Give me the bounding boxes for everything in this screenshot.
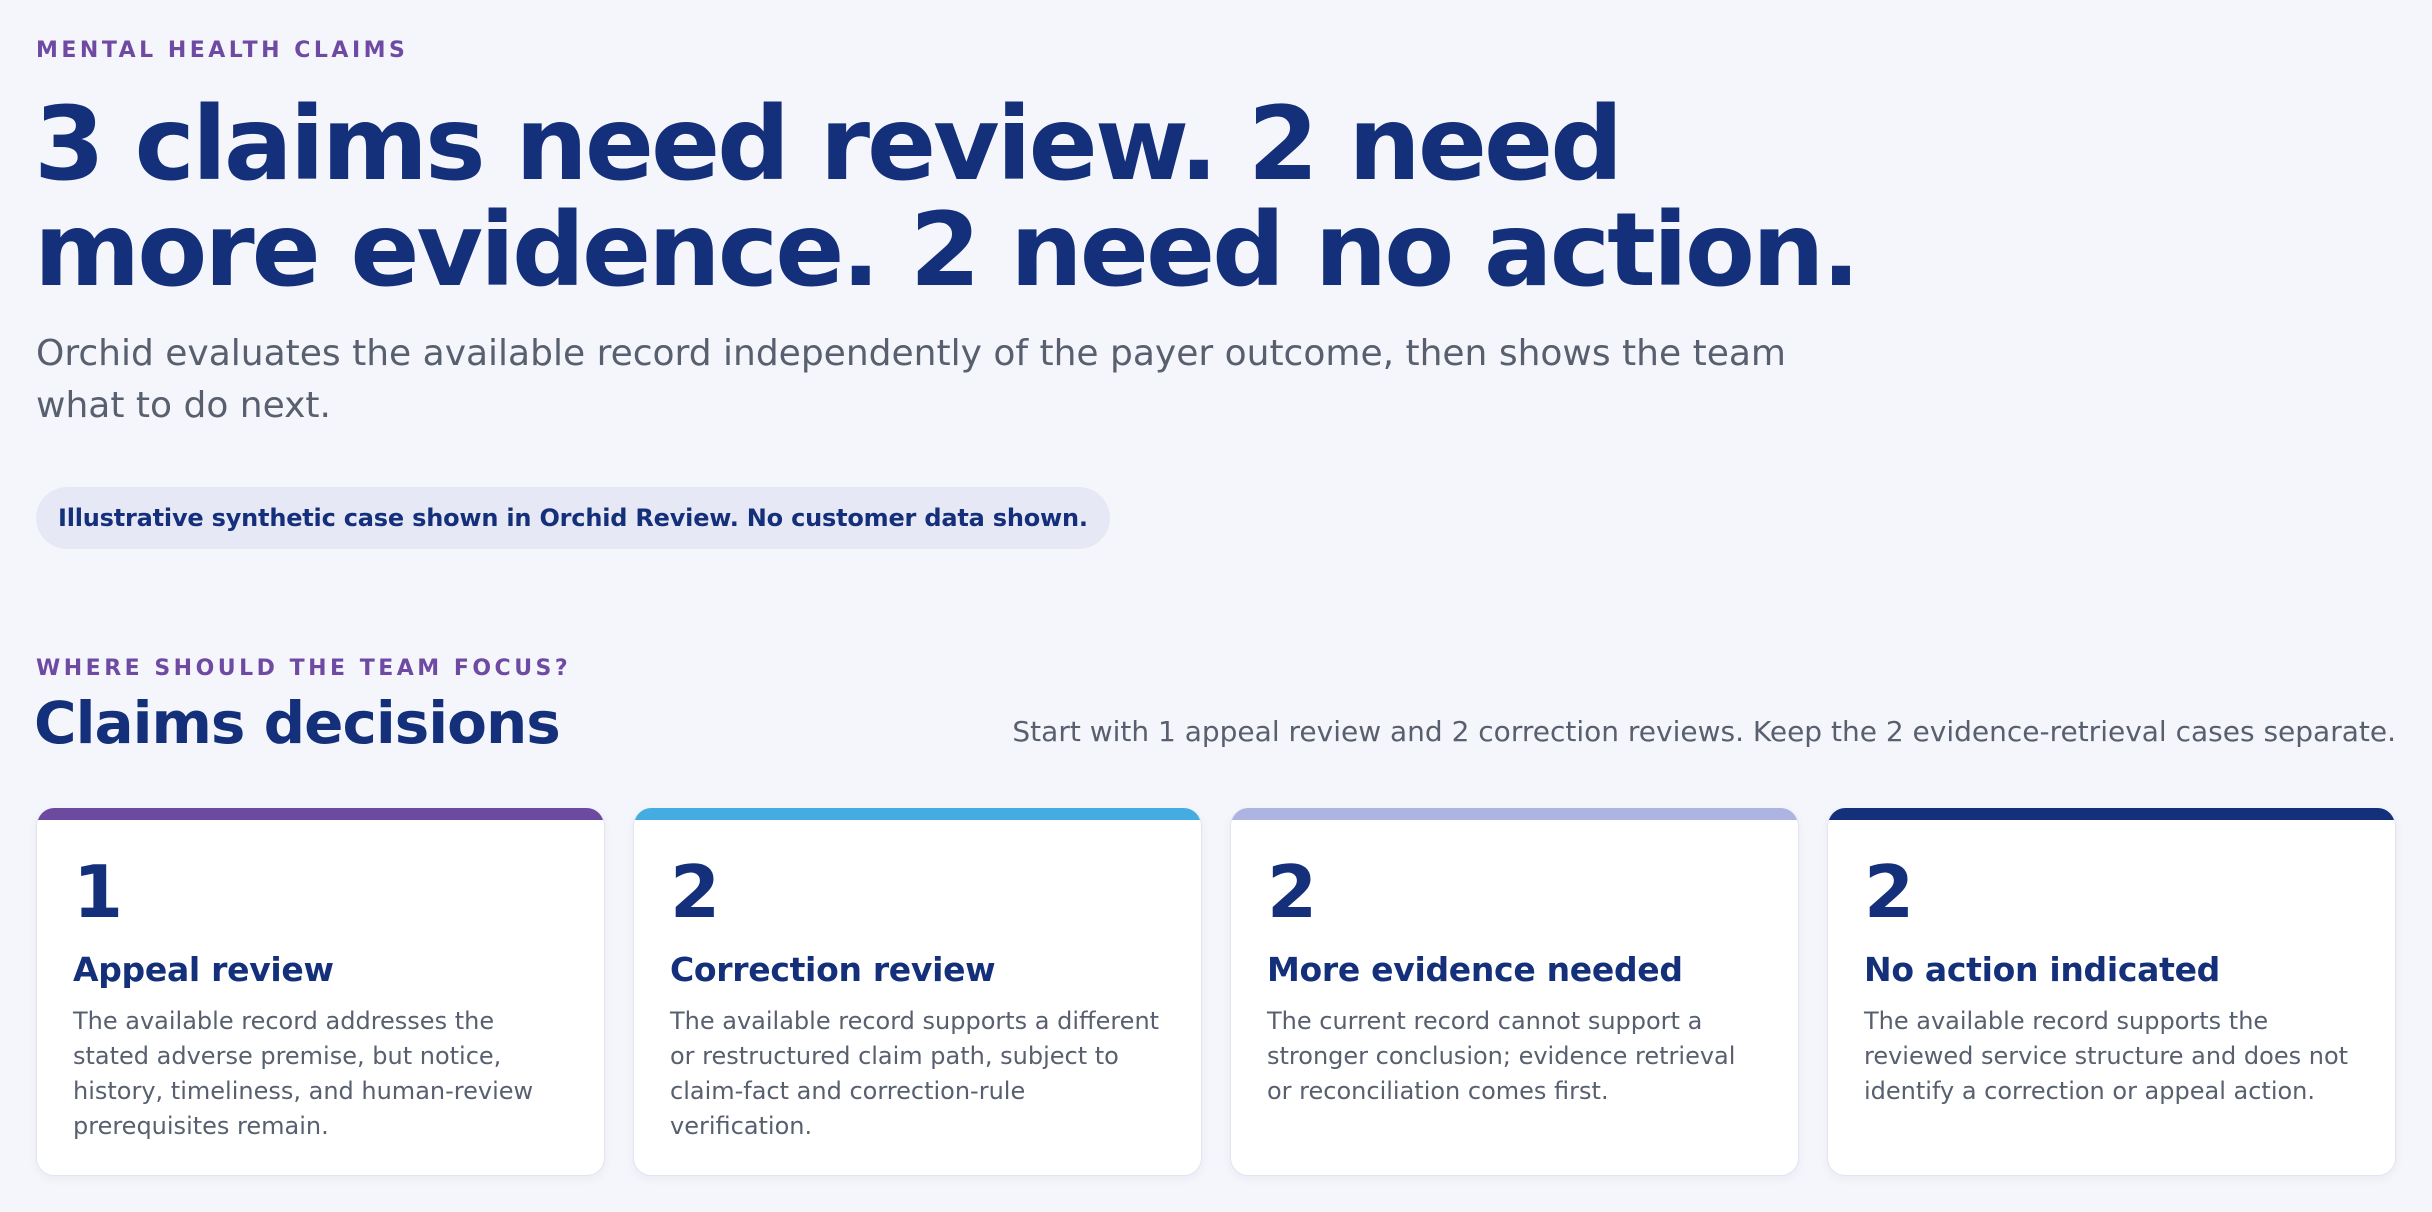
decision-card-correction-review: 2 Correction review The available record… [633,808,1202,1176]
card-title: Correction review [670,950,996,989]
focus-eyebrow: WHERE SHOULD THE TEAM FOCUS? [36,656,572,681]
card-count: 1 [73,850,123,934]
page: MENTAL HEALTH CLAIMS 3 claims need revie… [0,0,2432,1212]
decision-card-no-action-indicated: 2 No action indicated The available reco… [1827,808,2396,1176]
card-accent-bar [1828,808,2395,820]
card-count: 2 [1864,850,1914,934]
card-description: The current record cannot support a stro… [1267,1007,1736,1105]
section-eyebrow: MENTAL HEALTH CLAIMS [36,38,409,63]
card-count: 2 [670,850,720,934]
page-headline: 3 claims need review. 2 need more eviden… [34,85,1860,310]
card-title: Appeal review [73,950,334,989]
card-title: No action indicated [1864,950,2220,989]
decision-card-more-evidence-needed: 2 More evidence needed The current recor… [1230,808,1799,1176]
card-accent-bar [634,808,1201,820]
decision-card-appeal-review: 1 Appeal review The available record add… [36,808,605,1176]
card-title: More evidence needed [1267,950,1683,989]
page-subhead: Orchid evaluates the available record in… [36,333,1786,426]
synthetic-data-notice: Illustrative synthetic case shown in Orc… [36,487,1110,549]
card-count: 2 [1267,850,1317,934]
card-accent-bar [1231,808,1798,820]
card-description: The available record supports the review… [1864,1007,2349,1105]
card-description: The available record supports a differen… [670,1007,1160,1140]
decision-cards: 1 Appeal review The available record add… [36,808,2396,1176]
card-description: The available record addresses the state… [73,1007,534,1140]
claims-decisions-title: Claims decisions [34,689,561,757]
claims-decisions-guidance: Start with 1 appeal review and 2 correct… [1012,715,2396,748]
card-accent-bar [37,808,604,820]
